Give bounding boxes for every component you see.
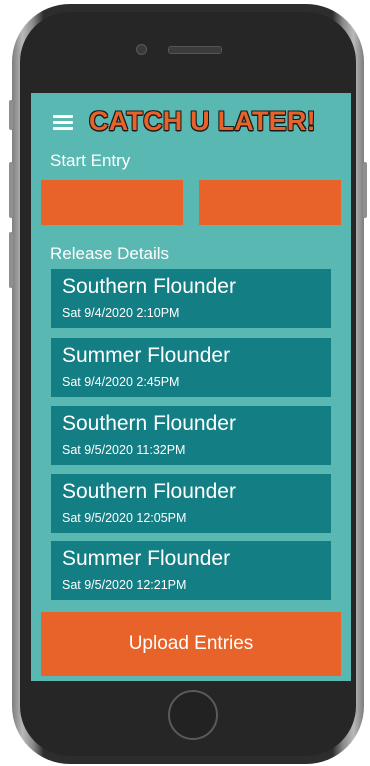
app-screen: CATCH U LATER! Start Entry Release Detai…: [31, 93, 351, 681]
entry-datetime: Sat 9/5/2020 11:32PM: [62, 443, 186, 457]
entry-datetime: Sat 9/4/2020 2:10PM: [62, 306, 180, 320]
start-entry-label: Start Entry: [50, 151, 131, 170]
start-entry-button-left[interactable]: [41, 180, 183, 225]
app-header: CATCH U LATER!: [31, 93, 351, 143]
release-entry[interactable]: Summer Flounder Sat 9/5/2020 12:21PM: [51, 541, 331, 600]
release-entry[interactable]: Summer Flounder Sat 9/4/2020 2:45PM: [51, 338, 331, 397]
upload-entries-button[interactable]: Upload Entries: [41, 612, 341, 676]
entry-species: Southern Flounder: [62, 480, 236, 503]
entry-datetime: Sat 9/5/2020 12:21PM: [62, 578, 187, 592]
entry-species: Summer Flounder: [62, 344, 231, 367]
release-entry[interactable]: Southern Flounder Sat 9/5/2020 11:32PM: [51, 406, 331, 465]
app-title: CATCH U LATER!: [89, 106, 316, 136]
release-entry[interactable]: Southern Flounder Sat 9/4/2020 2:10PM: [51, 269, 331, 328]
volume-up-button: [9, 162, 13, 218]
entry-species: Summer Flounder: [62, 547, 231, 570]
volume-down-button: [9, 232, 13, 288]
entry-species: Southern Flounder: [62, 275, 236, 298]
earpiece-speaker: [168, 46, 222, 54]
entry-datetime: Sat 9/4/2020 2:45PM: [62, 375, 180, 389]
entry-datetime: Sat 9/5/2020 12:05PM: [62, 511, 187, 525]
release-details-label: Release Details: [50, 244, 170, 263]
entry-species: Southern Flounder: [62, 412, 236, 435]
release-entry[interactable]: Southern Flounder Sat 9/5/2020 12:05PM: [51, 474, 331, 533]
power-button: [363, 162, 367, 218]
front-camera-icon: [136, 44, 147, 55]
start-entry-button-right[interactable]: [199, 180, 341, 225]
home-button[interactable]: [168, 690, 218, 740]
mute-switch: [9, 100, 13, 130]
hamburger-menu-icon[interactable]: [53, 115, 73, 130]
